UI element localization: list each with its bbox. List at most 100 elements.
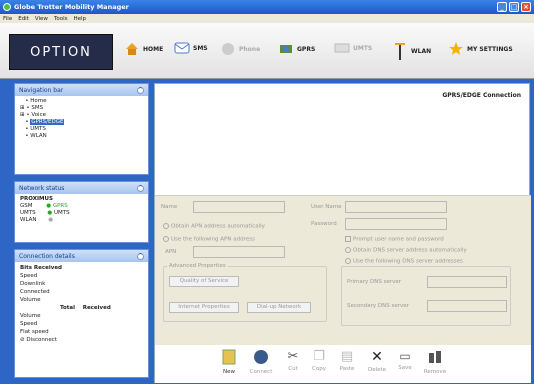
network-status-panel: Network status ^ PROXIMUS GSM ● GPRS UMTS… [14,181,149,243]
sms-button[interactable]: SMS [174,41,208,55]
status-row-wlan: WLAN ● [20,217,54,223]
cut-button[interactable]: ✂ Cut [281,349,305,372]
username-field[interactable] [345,201,447,213]
scissors-icon: ✂ [287,349,299,364]
menu-bar: File Edit View Tools Help [0,14,534,23]
use-apn-radio[interactable]: Use the following APN address [163,236,255,243]
home-icon [126,43,138,55]
nav-item-umts[interactable]: • UMTS [20,126,143,133]
conn-row-flat-speed: Flat speed [20,329,49,335]
main-content: GPRS/EDGE Connection Name User Name Pass… [154,83,531,383]
advanced-properties-label: Advanced Properties [167,263,228,269]
secondary-dns-label: Secondary DNS server [347,303,409,309]
gprs-icon [280,45,292,53]
wlan-button[interactable]: WLAN [392,41,431,61]
new-button[interactable]: New [217,349,241,375]
nav-item-gprs[interactable]: • GPRS/EDGE [20,119,143,126]
app-icon [3,3,11,11]
collapse-icon[interactable]: ^ [137,184,144,192]
obtain-dns-radio[interactable]: Obtain DNS server address automatically [345,247,467,254]
new-icon [222,349,236,365]
globe-icon [254,350,268,364]
internet-properties-button[interactable]: Internet Properties [169,302,239,313]
collapse-icon[interactable]: ^ [137,86,144,94]
password-label: Password [311,221,337,227]
status-row-gsm: GSM ● GPRS [20,203,68,209]
username-label: User Name [311,204,342,210]
conn-columns: Total Received [60,305,111,311]
menu-view[interactable]: View [35,16,48,22]
name-label: Name [161,204,178,210]
menu-tools[interactable]: Tools [54,16,68,22]
home-button[interactable]: HOME [124,41,163,57]
copy-icon: ❐ [313,349,325,364]
nav-item-sms[interactable]: ⊞ • SMS [20,105,143,112]
toolbar: OPTION HOME SMS Phone GPRS UMTS WLAN MY … [0,23,534,79]
remove-button[interactable]: Remove [423,349,447,375]
use-dns-radio[interactable]: Use the following DNS server addresses [345,258,463,265]
title-bar: Globe Trotter Mobility Manager _ □ × [0,0,534,14]
dialup-network-button[interactable]: Dial-up Network [247,302,311,313]
window-title: Globe Trotter Mobility Manager [14,3,129,11]
nav-item-home[interactable]: • Home [20,98,143,105]
obtain-apn-radio[interactable]: Obtain APN address automatically [163,223,265,230]
status-row-umts: UMTS ● UMTS [20,210,70,216]
password-field[interactable] [345,218,447,230]
connected-label: Connected [20,289,50,295]
star-icon [449,42,463,55]
advanced-properties-group [163,266,327,322]
phone-button[interactable]: Phone [220,41,260,57]
delete-icon: ✕ [371,349,383,365]
primary-dns-field[interactable] [427,276,507,288]
bits-received-label: Bits Received [20,265,62,271]
speed-label: Speed [20,273,38,279]
antenna-icon [395,43,405,60]
collapse-icon[interactable]: ^ [137,252,144,260]
volume-label: Volume [20,297,41,303]
nav-item-voice[interactable]: ⊞ • Voice [20,112,143,119]
minimize-button[interactable]: _ [497,2,507,12]
envelope-icon [174,42,190,54]
name-field[interactable] [193,201,285,213]
bottom-toolbar: New Connect ✂ Cut ❐ Copy ▤ Paste ✕ Delet… [155,345,531,383]
connection-details-panel: Connection details ^ Bits Received Speed … [14,249,149,378]
secondary-dns-field[interactable] [427,300,507,312]
menu-help[interactable]: Help [74,16,87,22]
paste-icon: ▤ [340,349,354,364]
phone-icon [222,43,234,55]
save-button[interactable]: ▭ Save [393,349,417,371]
menu-edit[interactable]: Edit [18,16,29,22]
page-title: GPRS/EDGE Connection [442,92,521,99]
primary-dns-label: Primary DNS server [347,279,402,285]
menu-file[interactable]: File [3,16,12,22]
downlink-label: Downlink [20,281,46,287]
navigation-panel-title: Navigation bar [19,86,64,94]
prompt-checkbox[interactable]: Prompt user name and password [345,236,444,243]
copy-button[interactable]: ❐ Copy [307,349,331,372]
conn-row-volume: Volume [20,313,41,319]
close-button[interactable]: × [521,2,531,12]
navigation-panel: Navigation bar ^ • Home ⊞ • SMS ⊞ • Voice… [14,83,149,175]
dns-group [341,266,511,326]
my-settings-button[interactable]: MY SETTINGS [448,41,513,57]
qos-button[interactable]: Quality of Service [169,276,239,287]
connection-form: Name User Name Password Obtain APN addre… [155,195,531,345]
umts-button[interactable]: UMTS [334,41,372,55]
option-logo: OPTION [9,34,113,70]
umts-icon [334,43,350,53]
connect-button[interactable]: Connect [249,349,273,375]
connection-details-title: Connection details [19,252,75,260]
delete-button[interactable]: ✕ Delete [365,349,389,373]
gprs-button[interactable]: GPRS [278,41,315,57]
remove-icon [429,351,441,363]
operator-name: PROXIMUS [20,196,53,202]
nav-item-wlan[interactable]: • WLAN [20,133,143,140]
apn-label: APN [165,249,177,255]
disconnect-button[interactable]: ⊘ Disconnect [20,336,143,344]
apn-field[interactable] [193,246,285,258]
network-status-title: Network status [19,184,65,192]
save-icon: ▭ [399,349,411,363]
paste-button[interactable]: ▤ Paste [335,349,359,372]
conn-row-speed: Speed [20,321,38,327]
maximize-button[interactable]: □ [509,2,519,12]
